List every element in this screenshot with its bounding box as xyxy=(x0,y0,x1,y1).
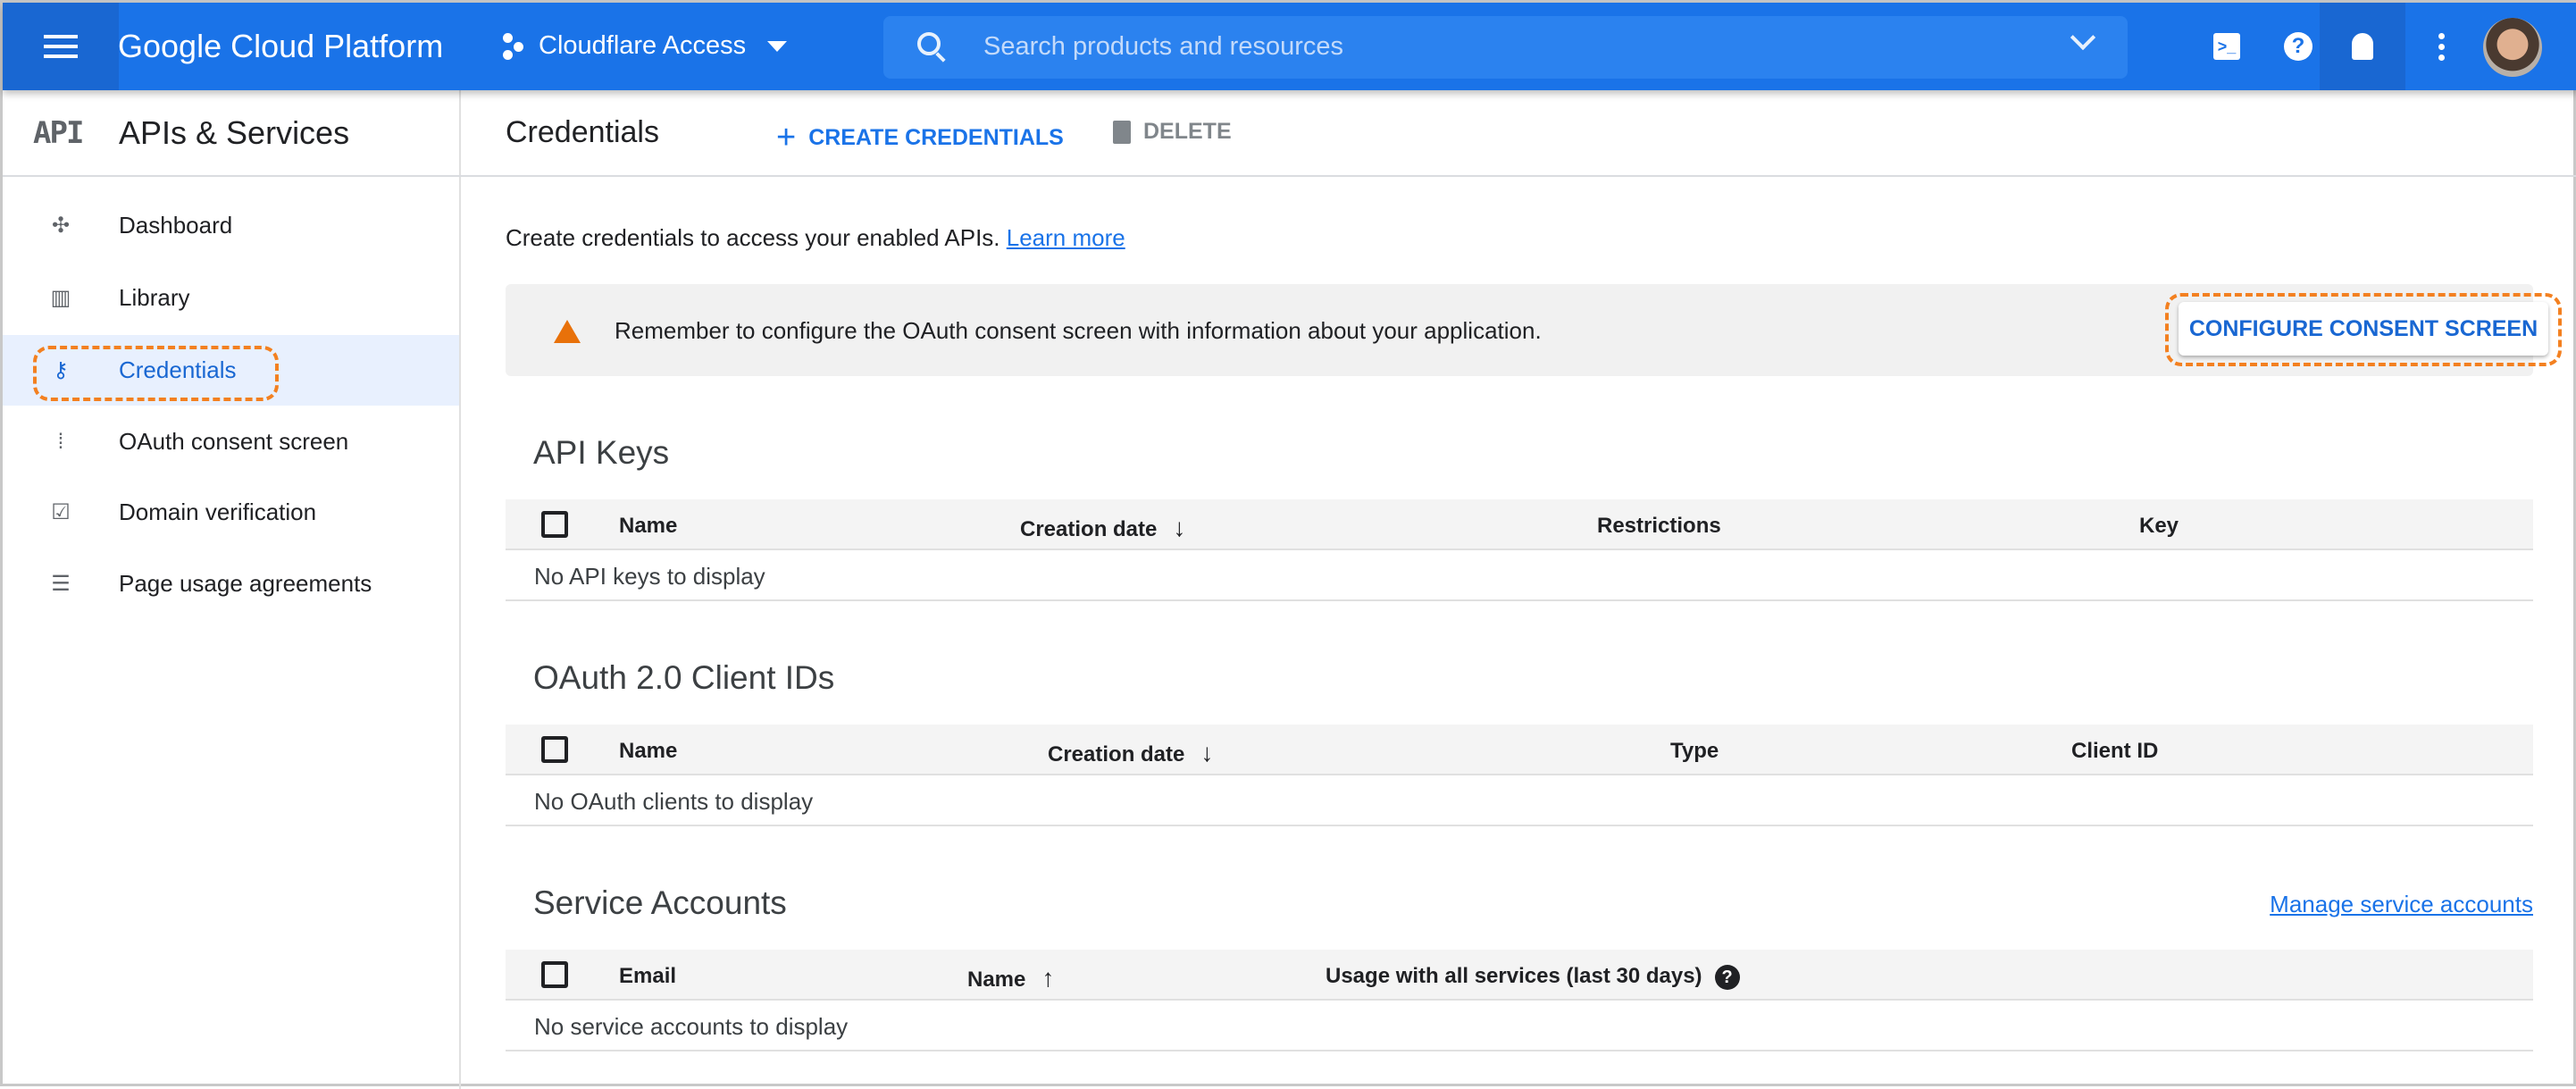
search-placeholder: Search products and resources xyxy=(983,32,1343,61)
select-all-checkbox[interactable] xyxy=(541,961,568,988)
chevron-down-icon[interactable] xyxy=(2070,24,2096,51)
empty-message: No service accounts to display xyxy=(534,1013,849,1040)
delete-button[interactable]: DELETE xyxy=(1113,119,1232,145)
sidebar-item-oauth-consent[interactable]: ⁞ OAuth consent screen xyxy=(3,406,459,477)
notifications-bell[interactable] xyxy=(2345,29,2380,64)
more-options-button[interactable] xyxy=(2423,29,2459,64)
top-bar: Google Cloud Platform Cloudflare Access … xyxy=(3,3,2576,90)
intro-message: Create credentials to access your enable… xyxy=(506,224,1000,251)
page-header: Credentials + CREATE CREDENTIALS DELETE xyxy=(461,90,2576,177)
column-label: Creation date xyxy=(1020,517,1158,541)
sidebar-item-dashboard[interactable]: ✣ Dashboard xyxy=(3,190,459,261)
sidebar: API APIs & Services ✣ Dashboard ▥ Library … xyxy=(3,90,461,1089)
terminal-icon: >_ xyxy=(2213,33,2240,60)
banner-text: Remember to configure the OAuth consent … xyxy=(615,317,1542,344)
checkbox-icon: ☑ xyxy=(51,499,71,524)
project-name: Cloudflare Access xyxy=(539,31,747,60)
help-icon: ? xyxy=(2284,32,2313,61)
api-keys-heading: API Keys xyxy=(533,434,670,471)
column-name[interactable]: Name ↑ xyxy=(967,964,1054,993)
column-usage: Usage with all services (last 30 days)? xyxy=(1326,964,1740,990)
table-row: No OAuth clients to display xyxy=(506,775,2533,826)
arrow-up-icon: ↑ xyxy=(1041,964,1055,992)
highlight-outline xyxy=(33,346,279,401)
table-row: No API keys to display xyxy=(506,550,2533,601)
oauth-warning-banner: Remember to configure the OAuth consent … xyxy=(506,284,2562,376)
oauth-icon: ⁞ xyxy=(57,429,64,454)
select-all-checkbox[interactable] xyxy=(541,511,568,538)
bell-icon xyxy=(2352,33,2373,60)
learn-more-link[interactable]: Learn more xyxy=(1007,224,1125,251)
sidebar-item-page-usage[interactable]: ☰ Page usage agreements xyxy=(3,549,459,619)
warning-icon xyxy=(554,320,581,343)
empty-message: No API keys to display xyxy=(534,563,765,590)
column-creation-date[interactable]: Creation date ↓ xyxy=(1048,739,1213,767)
column-restrictions: Restrictions xyxy=(1597,514,1721,538)
dashboard-icon: ✣ xyxy=(51,213,71,238)
delete-label: DELETE xyxy=(1143,119,1232,144)
caret-down-icon xyxy=(767,40,788,52)
oauth-clients-heading: OAuth 2.0 Client IDs xyxy=(533,659,835,696)
arrow-down-icon: ↓ xyxy=(1173,514,1186,541)
project-selector[interactable]: Cloudflare Access xyxy=(503,31,788,61)
intro-text: Create credentials to access your enable… xyxy=(506,224,1125,252)
help-icon[interactable]: ? xyxy=(1714,965,1740,990)
column-type: Type xyxy=(1670,739,1719,763)
column-label: Usage with all services (last 30 days) xyxy=(1326,964,1702,988)
highlight-outline xyxy=(2165,293,2562,366)
api-keys-table-header: Name Creation date ↓ Restrictions Key xyxy=(506,499,2533,550)
project-icon xyxy=(503,32,526,60)
column-key: Key xyxy=(2139,514,2179,538)
hamburger-icon xyxy=(44,35,78,58)
search-icon xyxy=(917,32,941,55)
service-accounts-table-header: Email Name ↑ Usage with all services (las… xyxy=(506,950,2533,1001)
settings-list-icon: ☰ xyxy=(51,571,71,596)
page-title: Credentials xyxy=(506,115,659,149)
create-credentials-button[interactable]: + CREATE CREDENTIALS xyxy=(776,119,1064,157)
empty-message: No OAuth clients to display xyxy=(534,788,814,815)
service-accounts-heading: Service Accounts xyxy=(533,884,787,921)
sidebar-item-label: OAuth consent screen xyxy=(119,428,349,455)
sidebar-item-label: Dashboard xyxy=(119,212,233,239)
help-button[interactable]: ? xyxy=(2280,29,2316,64)
sidebar-header: API APIs & Services xyxy=(3,90,461,177)
column-label: Creation date xyxy=(1048,742,1185,766)
library-icon: ▥ xyxy=(50,285,71,310)
cloud-shell-button[interactable]: >_ xyxy=(2209,29,2245,64)
create-credentials-label: CREATE CREDENTIALS xyxy=(808,125,1064,150)
avatar[interactable] xyxy=(2483,18,2542,77)
arrow-down-icon: ↓ xyxy=(1200,739,1214,766)
api-logo: API xyxy=(33,115,84,151)
select-all-checkbox[interactable] xyxy=(541,736,568,763)
sidebar-item-label: Domain verification xyxy=(119,498,317,525)
column-name[interactable]: Name xyxy=(619,514,677,539)
column-name[interactable]: Name xyxy=(619,739,677,764)
menu-button[interactable] xyxy=(3,3,119,90)
oauth-table-header: Name Creation date ↓ Type Client ID xyxy=(506,725,2533,775)
sidebar-item-label: Library xyxy=(119,284,190,311)
sidebar-title: APIs & Services xyxy=(119,114,350,151)
manage-service-accounts-link[interactable]: Manage service accounts xyxy=(2270,891,2533,918)
more-vert-icon xyxy=(2438,32,2445,61)
column-email[interactable]: Email xyxy=(619,964,676,989)
trash-icon xyxy=(1113,120,1131,144)
plus-icon: + xyxy=(776,119,797,156)
sidebar-item-label: Page usage agreements xyxy=(119,570,372,597)
sidebar-item-domain-verification[interactable]: ☑ Domain verification xyxy=(3,477,459,548)
column-client-id: Client ID xyxy=(2071,739,2159,763)
sidebar-item-library[interactable]: ▥ Library xyxy=(3,263,459,333)
table-row: No service accounts to display xyxy=(506,1001,2533,1051)
search-input[interactable]: Search products and resources xyxy=(883,16,2128,79)
brand-logo[interactable]: Google Cloud Platform xyxy=(118,28,443,65)
column-label: Name xyxy=(967,968,1026,992)
main-content: Credentials + CREATE CREDENTIALS DELETE C… xyxy=(461,90,2576,1089)
column-creation-date[interactable]: Creation date ↓ xyxy=(1020,514,1185,542)
